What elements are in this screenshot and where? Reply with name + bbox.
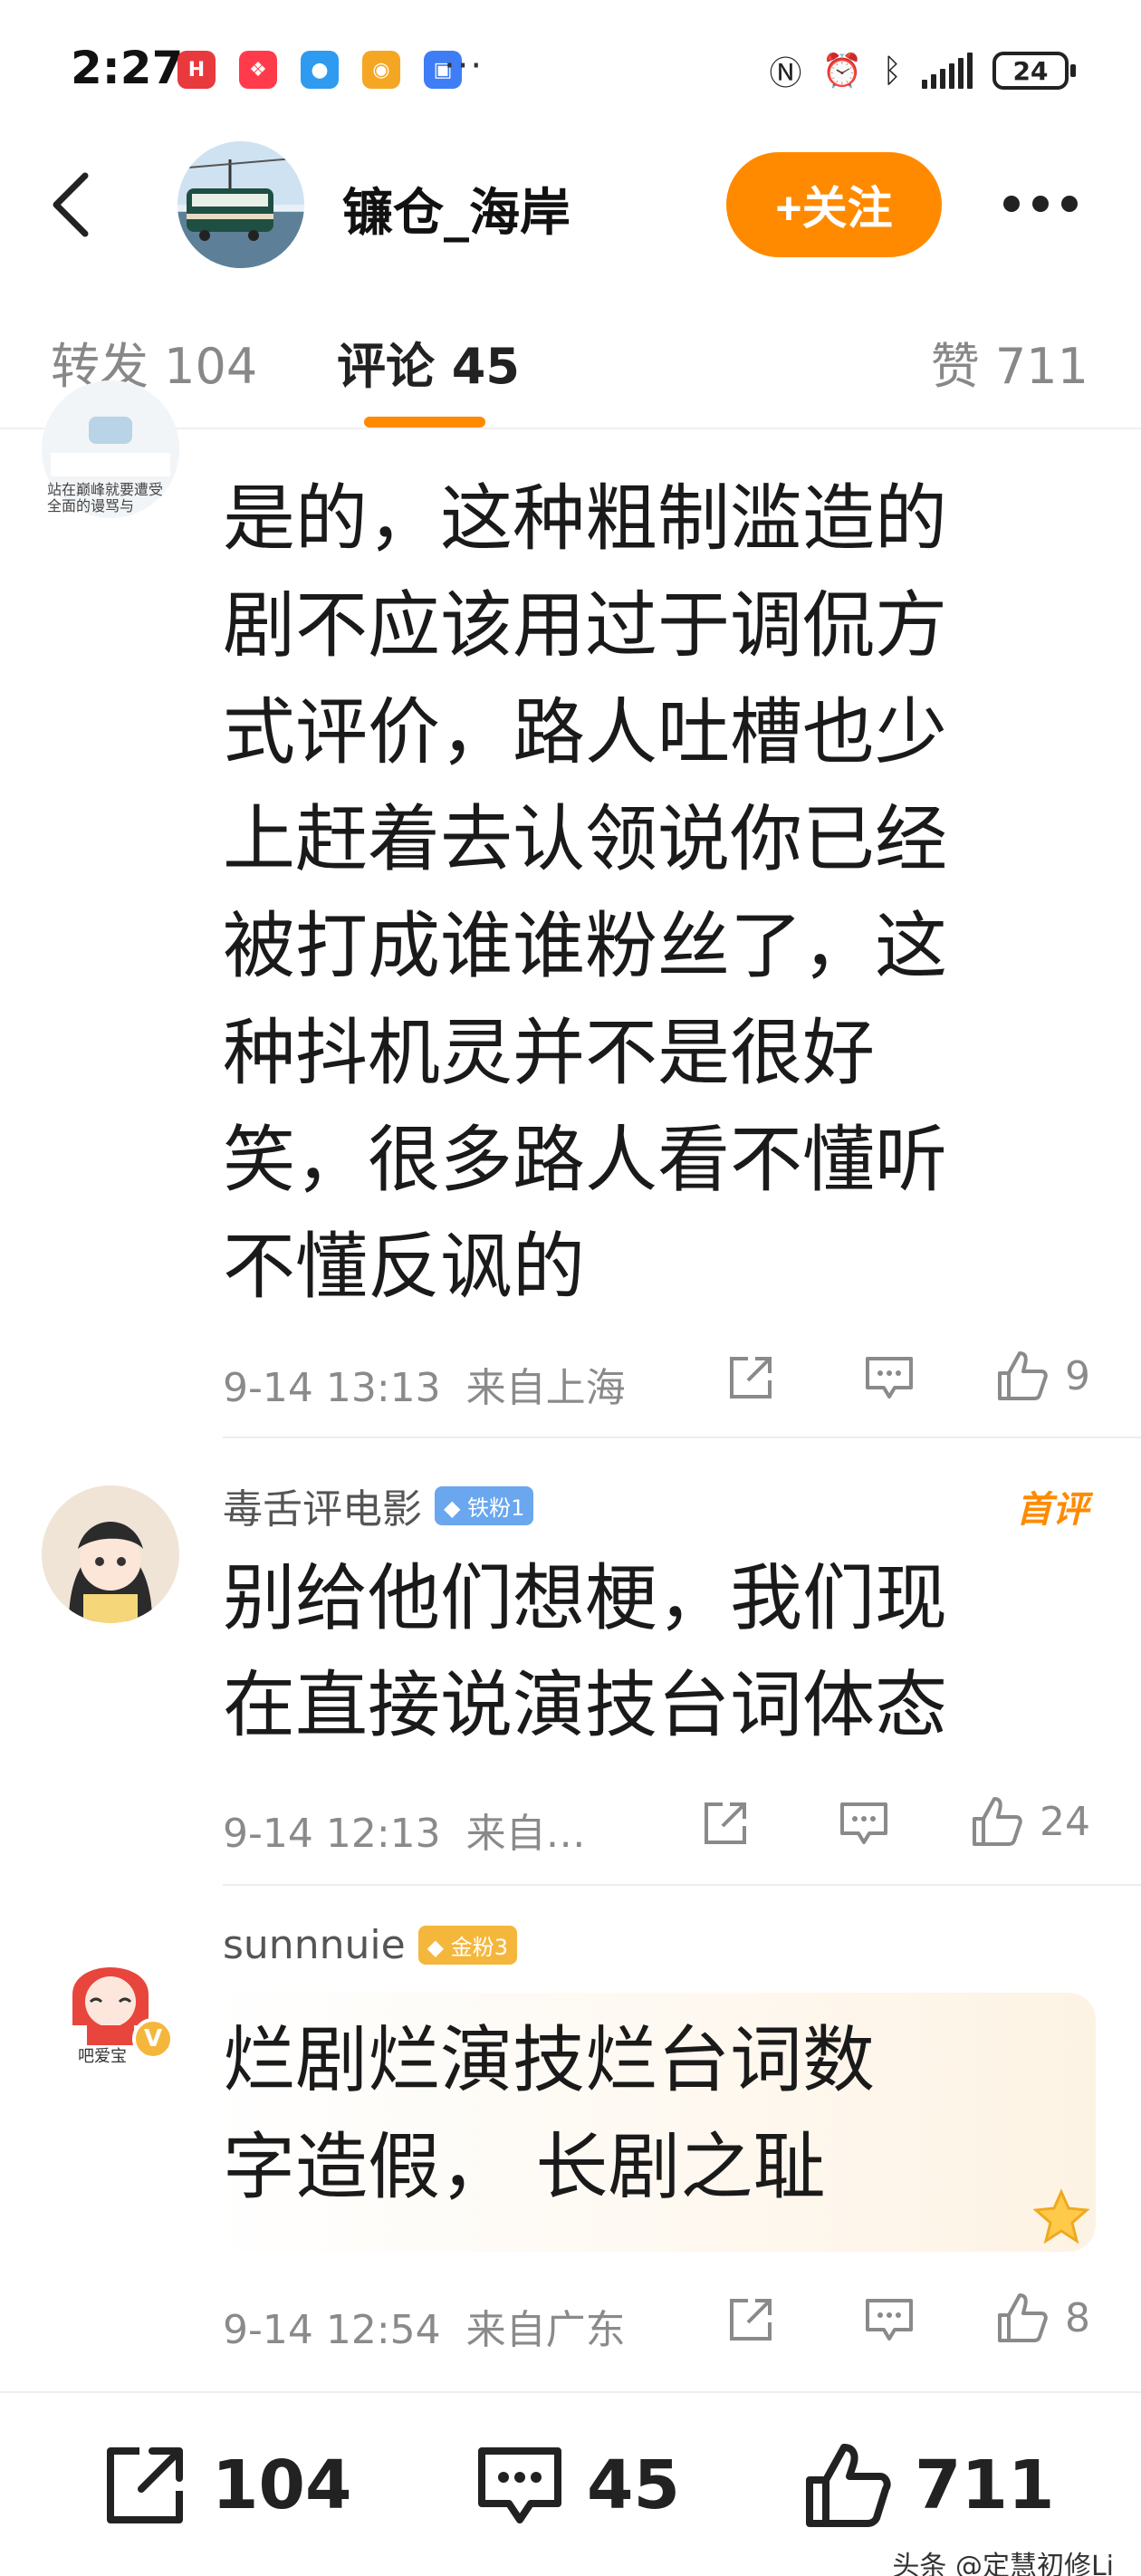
interaction-tabs: 转发 104 评论 45 赞 711: [0, 277, 1141, 429]
comment-time: 9-14 12:13: [223, 1811, 441, 1857]
author-name[interactable]: 镰仓_海岸: [342, 172, 570, 245]
comment-meta: 9-14 12:13 来自…: [223, 1801, 586, 1859]
commenter-avatar[interactable]: [42, 1485, 179, 1623]
more-notifications-icon: ···: [444, 45, 484, 87]
comment-text: 是的，这种粗制滥造的 剧不应该用过于调侃方 式评价，路人吐槽也少 上赶着去认领说…: [223, 466, 1083, 1321]
like-comment-button[interactable]: 9: [994, 1348, 1090, 1404]
blue-chat-icon: ●: [301, 51, 339, 89]
share-comment-button[interactable]: [724, 2293, 777, 2346]
commenter-name-row: sunnnuie ◆ 金粉3: [223, 1922, 518, 1968]
comment-line: 不懂反讽的: [223, 1225, 585, 1309]
comment-item: 吧爱宝 V sunnnuie ◆ 金粉3 烂剧烂演技烂台词数 字造假， 长剧之耻…: [0, 1886, 1141, 2389]
commenter-name[interactable]: sunnnuie: [223, 1922, 406, 1968]
alarm-icon: ⏰: [821, 53, 863, 90]
verified-v-icon: V: [132, 2018, 174, 2060]
like-count: 8: [1065, 2294, 1090, 2341]
share-icon: [730, 2299, 772, 2341]
like-count: 24: [1040, 1798, 1090, 1845]
repost-count: 104: [212, 2446, 352, 2524]
thumbs-up-icon: [806, 2444, 891, 2527]
comment-button[interactable]: 45: [473, 2438, 680, 2533]
share-icon: [730, 1357, 772, 1399]
comment-icon: [866, 1357, 913, 1399]
status-bar: 2:27 H ❖ ● ◉ ▣ ··· Ⓝ ⏰ ᛒ 24: [0, 0, 1141, 136]
comment-line: 剧不应该用过于调侃方: [223, 583, 947, 668]
comment-line: 烂剧烂演技烂台词数: [223, 2018, 875, 2102]
battery-icon: 24: [992, 52, 1076, 90]
active-tab-indicator: [364, 417, 485, 428]
comment-count: 45: [587, 2446, 680, 2524]
comment-line: 别给他们想梗，我们现: [223, 1556, 947, 1640]
tab-comment[interactable]: 评论 45: [337, 326, 520, 398]
comment-line: 式评价，路人吐槽也少: [223, 690, 947, 774]
like-comment-button[interactable]: 24: [969, 1793, 1090, 1850]
thumbs-up-icon: [998, 1351, 1048, 1400]
status-app-icons: H ❖ ● ◉ ▣: [177, 51, 462, 89]
comment-location: 来自上海: [465, 1365, 626, 1411]
tab-like[interactable]: 赞 711: [931, 326, 1088, 398]
first-review-tag: 首评: [1016, 1489, 1088, 1531]
reply-comment-button[interactable]: [837, 1797, 891, 1850]
repost-icon: [107, 2447, 183, 2523]
share-comment-button[interactable]: [699, 1797, 752, 1850]
comment-line: 在直接说演技台词体态: [223, 1663, 947, 1747]
comment-icon: [866, 2299, 913, 2341]
top-header: 镰仓_海岸 +关注: [0, 136, 1141, 272]
author-avatar[interactable]: [177, 141, 304, 268]
red-app-icon: ❖: [239, 51, 277, 89]
follow-button[interactable]: +关注: [726, 152, 942, 257]
watermark: 头条 @定慧初修Li: [892, 2551, 1114, 2576]
comment-meta: 9-14 12:54 来自广东: [223, 2297, 626, 2355]
fan-level-badge: ◆ 铁粉1: [435, 1485, 534, 1525]
bluetooth-icon: ᛒ: [882, 52, 902, 90]
comment-line: 是的，这种粗制滥造的: [223, 476, 947, 561]
comment-line: 字造假， 长剧之耻: [223, 2125, 826, 2209]
avatar-caption: 站在巅峰就要遭受全面的谩骂与: [47, 482, 164, 514]
share-icon: [705, 1802, 746, 1844]
thumbs-up-icon: [973, 1797, 1022, 1846]
commenter-name[interactable]: 毒舌评电影: [223, 1476, 422, 1534]
comment-time: 9-14 12:54: [223, 2307, 441, 2353]
weibo-icon: ◉: [362, 51, 400, 89]
comment-icon: [478, 2447, 561, 2523]
status-time: 2:27: [71, 42, 184, 94]
comment-location: 来自广东: [465, 2307, 626, 2353]
avatar-caption: 吧爱宝: [78, 2047, 127, 2066]
comment-item: 毒舌评电影 ◆ 铁粉1 首评 别给他们想梗，我们现 在直接说演技台词体态 9-1…: [0, 1438, 1141, 1884]
huawei-mall-icon: H: [177, 51, 216, 89]
comment-line: 被打成谁谁粉丝了，这: [223, 904, 947, 988]
like-count: 9: [1065, 1352, 1090, 1399]
comment-icon: [840, 1802, 887, 1844]
back-arrow-icon[interactable]: [43, 168, 107, 241]
status-indicators: Ⓝ ⏰ ᛒ 24: [769, 47, 1076, 94]
like-count: 711: [915, 2446, 1055, 2524]
fan-level-badge: ◆ 金粉3: [417, 1926, 518, 1965]
thumbs-up-icon: [998, 2293, 1048, 2342]
comment-line: 种抖机灵并不是很好: [223, 1011, 875, 1095]
commenter-name-row: 毒舌评电影 ◆ 铁粉1: [223, 1476, 534, 1534]
share-comment-button[interactable]: [724, 1351, 777, 1404]
like-button[interactable]: 711: [801, 2438, 1054, 2533]
signal-icon: [922, 53, 973, 89]
more-options-icon[interactable]: [1003, 190, 1085, 217]
reply-comment-button[interactable]: [862, 2293, 916, 2346]
comment-location: 来自…: [465, 1811, 586, 1857]
comment-text: 别给他们想梗，我们现 在直接说演技台词体态: [223, 1545, 1083, 1759]
comment-text: 烂剧烂演技烂台词数 字造假， 长剧之耻: [223, 2007, 1083, 2221]
reply-comment-button[interactable]: [862, 1351, 916, 1404]
comment-line: 笑，很多路人看不懂听: [223, 1118, 947, 1202]
nfc-icon: Ⓝ: [769, 55, 802, 92]
like-comment-button[interactable]: 8: [994, 2290, 1090, 2346]
comment-line: 上赶着去认领说你已经: [223, 797, 947, 881]
comment-item: 站在巅峰就要遭受全面的谩骂与 是的，这种粗制滥造的 剧不应该用过于调侃方 式评价…: [0, 380, 1141, 1437]
comment-time: 9-14 13:13: [223, 1365, 441, 1411]
repost-button[interactable]: 104: [98, 2438, 351, 2533]
comment-meta: 9-14 13:13 来自上海: [223, 1355, 626, 1413]
